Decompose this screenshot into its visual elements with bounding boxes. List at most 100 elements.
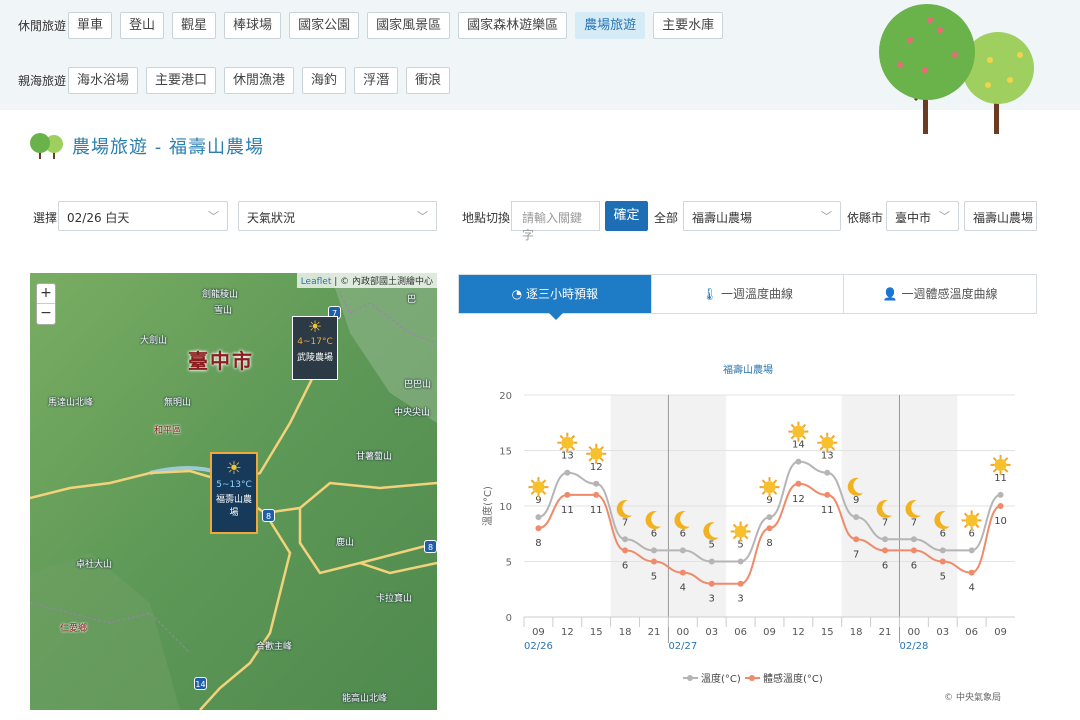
- county-select[interactable]: 臺中市 ﹀: [886, 201, 959, 231]
- terrain-map[interactable]: Leaflet | © 內政部國土測繪中心 + − 臺中市 劍龍稜山 雪山 大劍山馬…: [30, 273, 437, 710]
- farm-select[interactable]: 福壽山農場 ﹀: [683, 201, 841, 231]
- data-point: [679, 569, 686, 576]
- x-tick-label: 03: [705, 627, 718, 638]
- nav-chip[interactable]: 棒球場: [224, 12, 282, 39]
- sea-label: 親海旅遊: [18, 74, 67, 88]
- map-place-label: 巴: [407, 295, 417, 305]
- nav-chip[interactable]: 國家風景區: [367, 12, 451, 39]
- y-tick-label: 5: [506, 558, 512, 569]
- road-number-badge: 14: [194, 677, 207, 690]
- data-label: 6: [882, 560, 888, 571]
- city-label: 臺中市: [188, 349, 254, 373]
- data-point: [824, 469, 831, 476]
- data-point: [795, 480, 802, 487]
- marker-temp: 4~17°C: [297, 337, 333, 347]
- x-tick-label: 03: [936, 627, 949, 638]
- filter-bar: 選擇 02/26 白天 ﹀ 天氣狀況 ﹀ 地點切換 請輸入關鍵字 確定 全部 福壽山…: [0, 201, 1080, 242]
- nav-chip[interactable]: 觀星: [172, 12, 217, 39]
- tab-weekly-temp[interactable]: 🌡 一週溫度曲線: [652, 275, 845, 313]
- map-marker-wuling[interactable]: ☀ 4~17°C 武陵農場: [292, 316, 338, 380]
- data-label: 4: [680, 583, 686, 594]
- forecast-tabs: ◔ 逐三小時預報 🌡 一週溫度曲線 👤 一週體感溫度曲線: [458, 274, 1037, 320]
- leisure-label: 休閒旅遊: [18, 19, 67, 33]
- nav-chip[interactable]: 海水浴場: [68, 67, 139, 94]
- data-label: 11: [590, 505, 603, 516]
- legend-marker: [749, 675, 755, 681]
- data-point: [853, 514, 860, 521]
- data-point: [593, 491, 600, 498]
- zoom-out-button[interactable]: −: [37, 304, 55, 324]
- x-tick-label: 12: [792, 627, 805, 638]
- temperature-chart: 0 5 10 15 20 09 12 15 18 21 00 03 06 09 12 15 18 21 00 03 06…: [458, 355, 1037, 710]
- leisure-row: 休閒旅遊 單車 登山 觀星 棒球場 國家公園 國家風景區 國家森林遊樂區 農場旅遊 主要水庫: [18, 12, 731, 39]
- all-label: 全部: [654, 211, 679, 225]
- y-axis-label: 溫度(°C): [481, 486, 494, 526]
- data-label: 5: [709, 540, 715, 551]
- data-point: [939, 558, 946, 565]
- data-label: 7: [911, 517, 917, 528]
- y-tick-label: 15: [499, 447, 512, 458]
- nav-chip[interactable]: 休閒漁港: [224, 67, 295, 94]
- weather-select-value: 天氣狀況: [247, 211, 296, 225]
- sun-icon: [557, 432, 578, 453]
- marker-name: 武陵農場: [296, 353, 333, 363]
- weather-select[interactable]: 天氣狀況 ﹀: [238, 201, 437, 231]
- date-select[interactable]: 02/26 白天 ﹀: [58, 201, 228, 231]
- chart-title: 福壽山農場: [723, 363, 773, 376]
- nav-chip[interactable]: 單車: [68, 12, 113, 39]
- tab-label: 一週溫度曲線: [721, 287, 794, 301]
- data-point: [737, 558, 744, 565]
- data-point: [535, 525, 542, 532]
- confirm-button[interactable]: 確定: [605, 201, 648, 231]
- data-point: [853, 536, 860, 543]
- data-label: 6: [651, 528, 657, 539]
- x-tick-label: 00: [908, 627, 921, 638]
- data-point: [766, 514, 773, 521]
- map-place-label: 馬達山北峰: [48, 398, 94, 408]
- data-label: 10: [994, 516, 1007, 527]
- x-tick-label: 09: [763, 627, 776, 638]
- date-label: 02/28: [899, 641, 928, 652]
- tab-label: 一週體感溫度曲線: [901, 287, 998, 301]
- map-marker-fushoushan[interactable]: ☀ 5~13°C 福壽山農場: [210, 452, 258, 534]
- data-label: 7: [853, 549, 859, 560]
- nav-chip[interactable]: 浮潛: [354, 67, 399, 94]
- data-point: [650, 547, 657, 554]
- sun-icon: [817, 432, 838, 453]
- map-place-label: 卓社大山: [76, 560, 113, 570]
- data-label: 4: [968, 583, 974, 594]
- farm-select-2[interactable]: 福壽山農場: [964, 201, 1037, 231]
- nav-chip[interactable]: 國家森林遊樂區: [458, 12, 568, 39]
- data-point: [622, 547, 629, 554]
- nav-chip[interactable]: 主要水庫: [653, 12, 724, 39]
- nav-chip[interactable]: 國家公園: [289, 12, 360, 39]
- data-point: [939, 547, 946, 554]
- nav-chip[interactable]: 海釣: [302, 67, 347, 94]
- map-place-label: 大劍山: [140, 336, 168, 346]
- zoom-in-button[interactable]: +: [37, 284, 55, 304]
- select-label: 選擇: [33, 211, 58, 225]
- date-select-value: 02/26 白天: [67, 211, 130, 225]
- x-tick-label: 09: [994, 627, 1007, 638]
- nav-chip[interactable]: 農場旅遊: [575, 12, 646, 39]
- x-tick-label: 21: [879, 627, 892, 638]
- data-label: 6: [680, 528, 686, 539]
- nav-chip[interactable]: 衝浪: [406, 67, 451, 94]
- nav-chip[interactable]: 登山: [120, 12, 165, 39]
- data-label: 11: [561, 505, 574, 516]
- x-tick-label: 06: [965, 627, 978, 638]
- map-place-label: 卡拉寶山: [376, 594, 413, 604]
- y-tick-label: 10: [499, 502, 512, 513]
- data-point: [766, 525, 773, 532]
- tab-weekly-feel[interactable]: 👤 一週體感溫度曲線: [844, 275, 1036, 313]
- y-tick-label: 0: [506, 613, 512, 624]
- data-point: [708, 558, 715, 565]
- leaflet-link[interactable]: Leaflet: [301, 277, 332, 287]
- county-label: 依縣市: [847, 211, 884, 225]
- nav-chip[interactable]: 主要港口: [146, 67, 217, 94]
- data-label: 5: [651, 572, 657, 583]
- search-input[interactable]: 請輸入關鍵字: [511, 201, 600, 242]
- farm-select-value: 福壽山農場: [692, 211, 753, 225]
- tab-3hour[interactable]: ◔ 逐三小時預報: [459, 275, 652, 320]
- thermometer-icon: 🌡: [701, 287, 722, 301]
